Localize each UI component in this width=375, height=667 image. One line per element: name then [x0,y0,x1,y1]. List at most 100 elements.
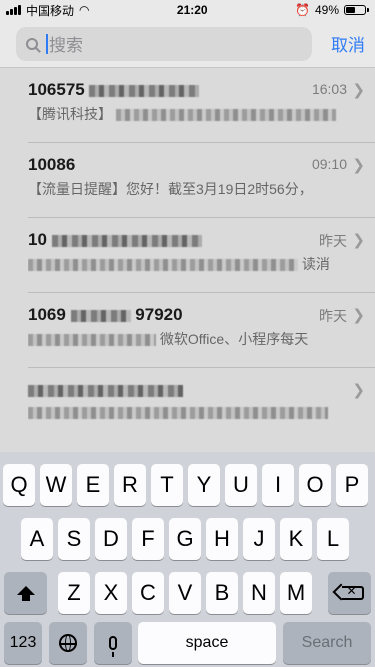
message-time: 昨天 [319,233,347,249]
redacted-text [28,334,156,347]
message-preview: 微软Office、小程序每天 [28,329,348,349]
key-r[interactable]: R [114,464,146,506]
wifi-icon: ◠ [79,3,90,17]
key-g[interactable]: G [169,518,201,560]
preview-text: 读消 [301,256,330,272]
screen: 中国移动 ◠ 21:20 ⏰ 49% 搜索 取消 106575 16:03 ❯ … [0,0,375,667]
shift-icon [16,585,35,601]
keyboard-row-1: QWERTYUIOP [0,464,375,506]
sender-text: 10086 [28,155,76,174]
preview-text: 【腾讯科技】 [28,106,112,122]
globe-icon [59,634,77,652]
list-item[interactable]: 10 昨天 ❯ 读消 [28,218,375,293]
sender-text: 1069 [28,305,66,324]
key-b[interactable]: B [206,572,238,614]
list-item[interactable]: 106575 16:03 ❯ 【腾讯科技】 [28,68,375,143]
redacted-text [89,84,200,97]
dictation-key[interactable] [94,622,132,664]
carrier-label: 中国移动 [26,3,75,18]
key-o[interactable]: O [299,464,331,506]
message-sender: 106575 [28,80,200,100]
sender-text: 10 [28,230,47,249]
key-q[interactable]: Q [3,464,35,506]
redacted-text [115,109,336,122]
message-time: 09:10 [311,156,347,172]
key-p[interactable]: P [336,464,368,506]
list-item[interactable]: 10086 09:10 ❯ 【流量日提醒】您好！截至3月19日2时56分， [28,143,375,218]
chevron-right-icon: ❯ [352,382,365,399]
status-bar: 中国移动 ◠ 21:20 ⏰ 49% [0,0,375,20]
globe-key[interactable] [49,622,87,664]
microphone-icon [109,636,117,657]
delete-key[interactable]: ✕ [328,572,371,614]
cancel-button[interactable]: 取消 [331,31,365,56]
delete-x-icon: ✕ [346,584,357,598]
key-m[interactable]: M [280,572,312,614]
key-l[interactable]: L [317,518,349,560]
search-input[interactable]: 搜索 [16,26,312,61]
message-time: 昨天 [319,308,347,324]
key-d[interactable]: D [95,518,127,560]
search-key[interactable]: Search [283,622,371,664]
key-c[interactable]: C [132,572,164,614]
list-item[interactable]: 1069 97920 昨天 ❯ 微软Office、小程序每天 [28,293,375,368]
message-preview: 【腾讯科技】 [28,104,348,124]
message-list: 106575 16:03 ❯ 【腾讯科技】 10086 09:10 ❯ 【流量日… [0,68,375,452]
numbers-key[interactable]: 123 [4,622,42,664]
sender-suffix-text: 97920 [135,305,183,324]
chevron-right-icon: ❯ [352,307,365,324]
key-h[interactable]: H [206,518,238,560]
key-x[interactable]: X [95,572,127,614]
sender-text: 106575 [28,80,85,99]
list-item[interactable]: ❯ [28,368,375,443]
key-y[interactable]: Y [188,464,220,506]
key-a[interactable]: A [21,518,53,560]
key-j[interactable]: J [243,518,275,560]
battery-percent: 49% [314,3,339,17]
message-time: 16:03 [311,81,347,97]
key-v[interactable]: V [169,572,201,614]
message-sender [28,380,183,400]
message-preview: 【流量日提醒】您好！截至3月19日2时56分， [28,179,348,199]
redacted-text [51,234,202,247]
battery-tip [367,8,369,12]
status-left: 中国移动 ◠ [6,2,90,19]
chevron-right-icon: ❯ [352,82,365,99]
message-sender: 1069 97920 [28,305,183,325]
status-right: ⏰ 49% [295,3,369,17]
key-u[interactable]: U [225,464,257,506]
key-f[interactable]: F [132,518,164,560]
key-t[interactable]: T [151,464,183,506]
preview-text: 微软Office、小程序每天 [159,331,309,347]
keyboard-row-4: 123 space Search [0,622,375,664]
delete-icon: ✕ [341,584,364,600]
key-e[interactable]: E [77,464,109,506]
redacted-text [28,407,328,420]
alarm-icon: ⏰ [295,3,310,17]
preview-text: 【流量日提醒】您好！截至3月19日2时56分， [28,181,313,197]
chevron-right-icon: ❯ [352,157,365,174]
text-cursor [46,33,48,54]
message-preview [28,404,348,420]
status-time: 21:20 [176,3,208,17]
message-preview: 读消 [28,254,348,274]
redacted-text [28,259,298,272]
key-n[interactable]: N [243,572,275,614]
battery-icon [344,5,366,15]
keyboard: QWERTYUIOP ASDFGHJKL ✕ ZXCVBNM 123 space… [0,452,375,667]
battery-fill [346,7,355,13]
key-s[interactable]: S [58,518,90,560]
shift-key[interactable] [4,572,47,614]
key-k[interactable]: K [280,518,312,560]
space-key[interactable]: space [138,622,276,664]
search-header: 搜索 取消 [0,20,375,68]
chevron-right-icon: ❯ [352,232,365,249]
redacted-text [28,384,183,397]
key-i[interactable]: I [262,464,294,506]
message-sender: 10086 [28,155,75,175]
redacted-text [70,309,131,322]
key-z[interactable]: Z [58,572,90,614]
message-sender: 10 [28,230,202,250]
keyboard-row-3: ✕ ZXCVBNM [0,572,375,614]
key-w[interactable]: W [40,464,72,506]
